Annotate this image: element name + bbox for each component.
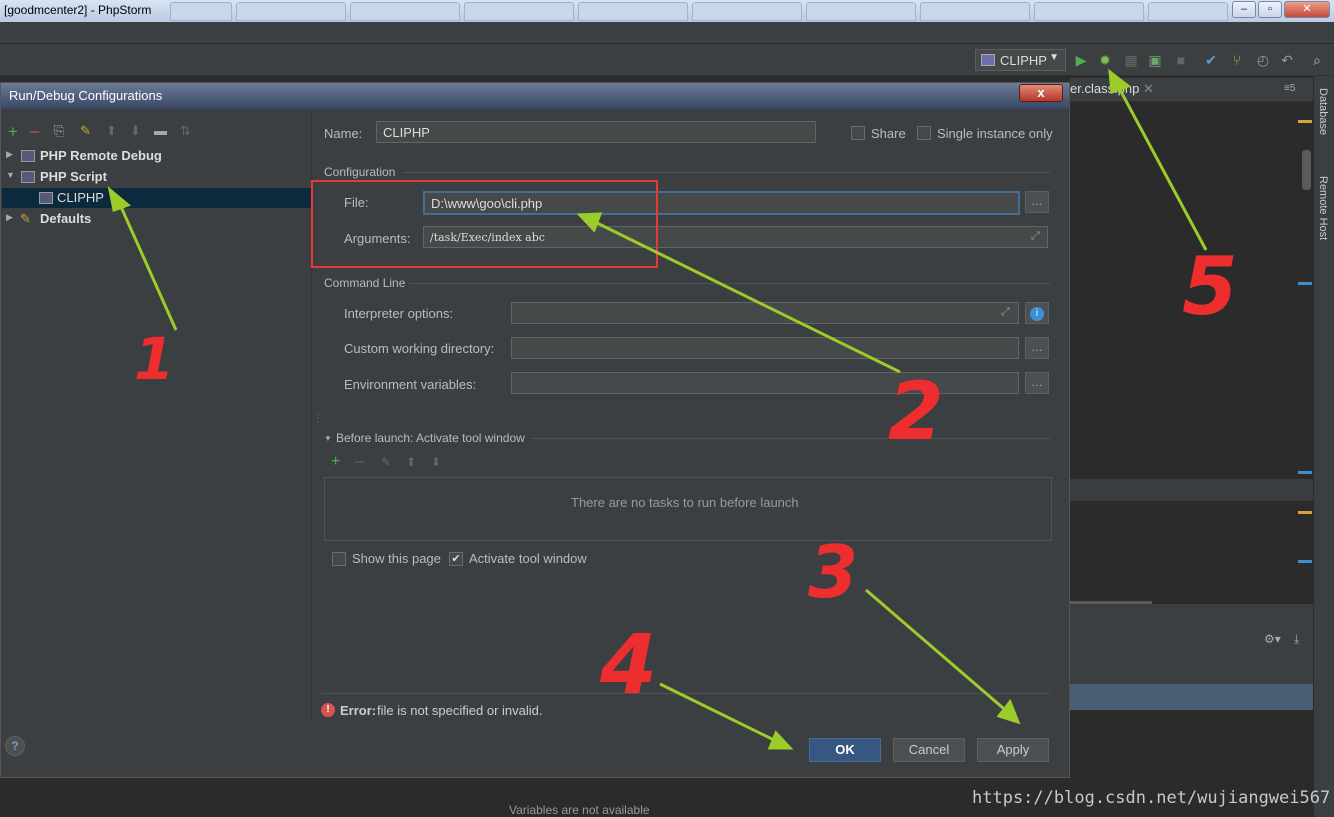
arrow-head (576, 212, 603, 233)
annotation-number: 4 (600, 618, 658, 713)
arrow-head (767, 730, 794, 750)
arrow-2 (594, 220, 901, 374)
arrow-head (1108, 68, 1132, 95)
annotation-number: 1 (134, 325, 175, 393)
arrow-5 (1116, 85, 1208, 251)
annotation-number: 5 (1182, 240, 1238, 333)
arrow-head (996, 699, 1021, 725)
annotation-number: 2 (888, 365, 944, 458)
arrow-4 (659, 682, 779, 744)
arrow-head (107, 186, 131, 212)
arrow-3 (865, 588, 1011, 716)
arrow-1 (116, 199, 178, 331)
watermark: https://blog.csdn.net/wujiangwei567 (972, 788, 1331, 808)
annotation-number: 3 (808, 530, 859, 614)
annotation-arrows (107, 68, 1208, 750)
